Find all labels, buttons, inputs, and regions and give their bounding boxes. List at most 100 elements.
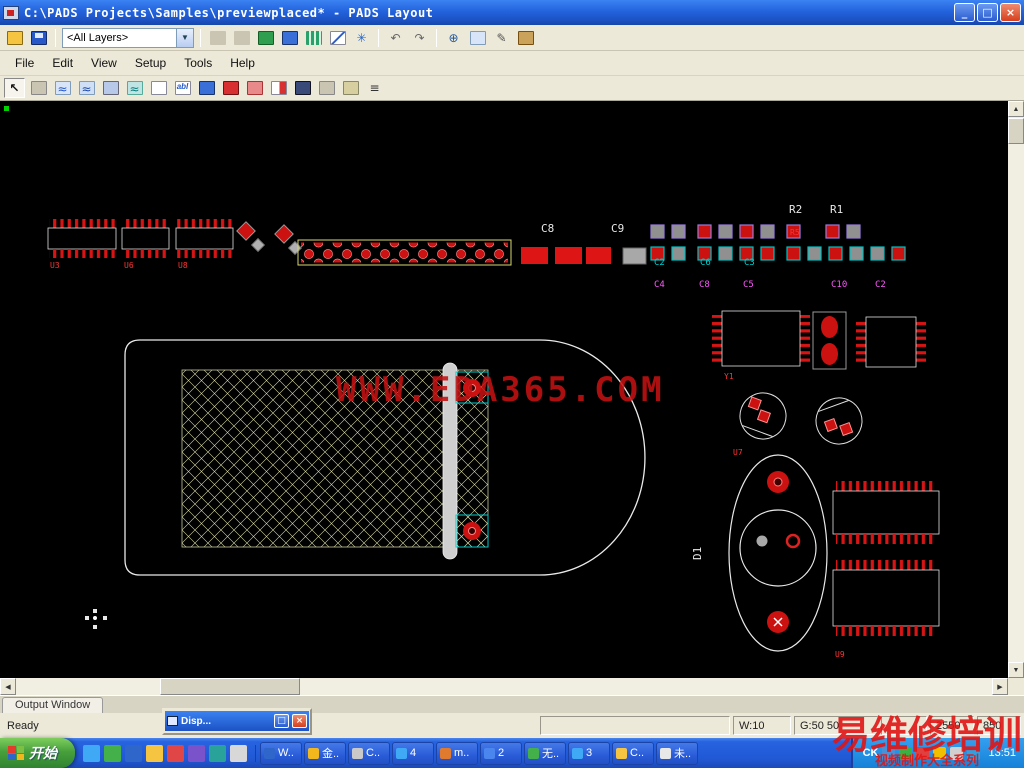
keepout-button[interactable]	[220, 78, 241, 98]
tab-output-window[interactable]: Output Window	[2, 697, 104, 713]
tray-icon[interactable]	[933, 746, 947, 760]
quick-launch-icon[interactable]	[104, 744, 121, 762]
horizontal-scrollbar[interactable]: ◀ ▶	[0, 678, 1008, 695]
floating-display-window[interactable]: Disp... □ ×	[162, 708, 312, 735]
close-button[interactable]: ×	[1000, 3, 1021, 22]
task-button[interactable]: 未..	[656, 741, 698, 765]
autoroute-toolbar-button[interactable]	[100, 78, 121, 98]
measure-button[interactable]	[515, 28, 536, 48]
text-label-button[interactable]: abl	[172, 78, 193, 98]
tray-icon[interactable]	[967, 746, 981, 760]
quick-launch-icon[interactable]	[188, 744, 205, 762]
scroll-up-button[interactable]: ▲	[1008, 101, 1024, 117]
start-button[interactable]: 开始	[0, 738, 75, 768]
vertical-scrollbar[interactable]: ▲ ▼	[1008, 101, 1024, 678]
menu-setup[interactable]: Setup	[126, 53, 175, 73]
task-button[interactable]: C..	[612, 741, 654, 765]
restore-button[interactable]: □	[274, 714, 289, 728]
quick-launch-icon[interactable]	[83, 744, 100, 762]
ref-label[interactable]: C5	[743, 280, 754, 290]
preferences-button[interactable]	[316, 78, 337, 98]
quick-launch-icon[interactable]	[146, 744, 163, 762]
options-button[interactable]	[340, 78, 361, 98]
mounting-pad-bottom[interactable]	[455, 514, 489, 548]
via-button[interactable]	[196, 78, 217, 98]
scroll-down-button[interactable]: ▼	[1008, 662, 1024, 678]
design-toolbar-button[interactable]: ≈	[52, 78, 73, 98]
maximize-button[interactable]: □	[977, 3, 998, 22]
menu-tools[interactable]: Tools	[175, 53, 221, 73]
ref-r5[interactable]: R5	[790, 228, 800, 237]
quick-launch-icon[interactable]	[125, 744, 142, 762]
close-icon[interactable]: ×	[292, 714, 307, 728]
ref-r2[interactable]: R2	[789, 203, 802, 216]
ref-label[interactable]: C2	[654, 258, 665, 268]
pcb-design-canvas[interactable]: U3 U6 U8 C8 C9 R2 R1 R5 C2 C6 C3 C4 C8 C…	[0, 101, 1008, 678]
draw-button[interactable]: ✎	[491, 28, 512, 48]
title-bar[interactable]: C:\PADS Projects\Samples\previewplaced* …	[0, 0, 1024, 25]
ref-u7[interactable]: U7	[733, 448, 743, 457]
minimize-button[interactable]: _	[954, 3, 975, 22]
layer-dropdown-icon[interactable]: ▼	[176, 28, 193, 47]
select-tool-button[interactable]: ↖	[4, 78, 25, 98]
routing-toolbar-button[interactable]: ≈	[76, 78, 97, 98]
tray-icon[interactable]	[899, 746, 913, 760]
pan-button[interactable]	[467, 28, 488, 48]
copy-button[interactable]	[231, 28, 252, 48]
pcb-drawing[interactable]: U3 U6 U8 C8 C9 R2 R1 R5 C2 C6 C3 C4 C8 C…	[0, 101, 1008, 678]
drafting-toolbar-button[interactable]: ≈	[124, 78, 145, 98]
quick-launch-icon[interactable]	[209, 744, 226, 762]
padstack-button[interactable]	[244, 78, 265, 98]
layer-selector[interactable]: <All Layers> ▼	[62, 27, 194, 48]
redraw-button[interactable]	[255, 28, 276, 48]
grid-button[interactable]	[303, 28, 324, 48]
floating-window-titlebar[interactable]: Disp... □ ×	[165, 711, 309, 731]
input-method-indicator[interactable]: CK	[863, 747, 879, 759]
ref-label[interactable]: C3	[744, 258, 755, 268]
ref-label[interactable]: C10	[831, 280, 847, 290]
task-button[interactable]: 金..	[304, 741, 346, 765]
document-button[interactable]	[148, 78, 169, 98]
task-button[interactable]: 4	[392, 741, 434, 765]
open-file-button[interactable]	[4, 28, 25, 48]
ref-c9[interactable]: C9	[611, 222, 624, 235]
zoom-button[interactable]: ⊕	[443, 28, 464, 48]
cluster-placement-button[interactable]	[28, 78, 49, 98]
quick-launch-icon[interactable]	[230, 744, 247, 762]
tray-icon[interactable]	[916, 746, 930, 760]
ref-label[interactable]: C8	[699, 280, 710, 290]
save-button[interactable]	[28, 28, 49, 48]
vertical-scroll-thumb[interactable]	[1008, 118, 1024, 144]
board-view-button[interactable]	[279, 28, 300, 48]
tray-icon[interactable]	[882, 746, 896, 760]
clock[interactable]: 13:51	[984, 747, 1016, 759]
task-button[interactable]: C..	[348, 741, 390, 765]
undo-button[interactable]: ↶	[385, 28, 406, 48]
ref-r1[interactable]: R1	[830, 203, 843, 216]
line-mode-button[interactable]	[327, 28, 348, 48]
ref-label[interactable]: C6	[700, 258, 711, 268]
menu-file[interactable]: File	[6, 53, 43, 73]
scroll-left-button[interactable]: ◀	[0, 678, 16, 695]
verify-design-button[interactable]	[268, 78, 289, 98]
menu-view[interactable]: View	[82, 53, 126, 73]
task-button[interactable]: 无..	[524, 741, 566, 765]
menu-help[interactable]: Help	[221, 53, 264, 73]
ref-c8[interactable]: C8	[541, 222, 554, 235]
tray-icon[interactable]	[950, 746, 964, 760]
component-connector[interactable]	[297, 239, 512, 266]
ref-label[interactable]: C2	[875, 280, 886, 290]
ref-label[interactable]: C4	[654, 280, 665, 290]
scroll-right-button[interactable]: ▶	[992, 678, 1008, 695]
task-button[interactable]: m..	[436, 741, 478, 765]
task-button[interactable]: 2	[480, 741, 522, 765]
quick-launch-icon[interactable]	[167, 744, 184, 762]
menu-edit[interactable]: Edit	[43, 53, 82, 73]
task-button[interactable]: W..	[260, 741, 302, 765]
redo-button[interactable]: ↷	[409, 28, 430, 48]
list-view-button[interactable]: ≡	[364, 78, 385, 98]
origin-button[interactable]: ✳	[351, 28, 372, 48]
horizontal-scroll-thumb[interactable]	[160, 678, 300, 695]
pour-manager-button[interactable]	[292, 78, 313, 98]
cut-button[interactable]	[207, 28, 228, 48]
